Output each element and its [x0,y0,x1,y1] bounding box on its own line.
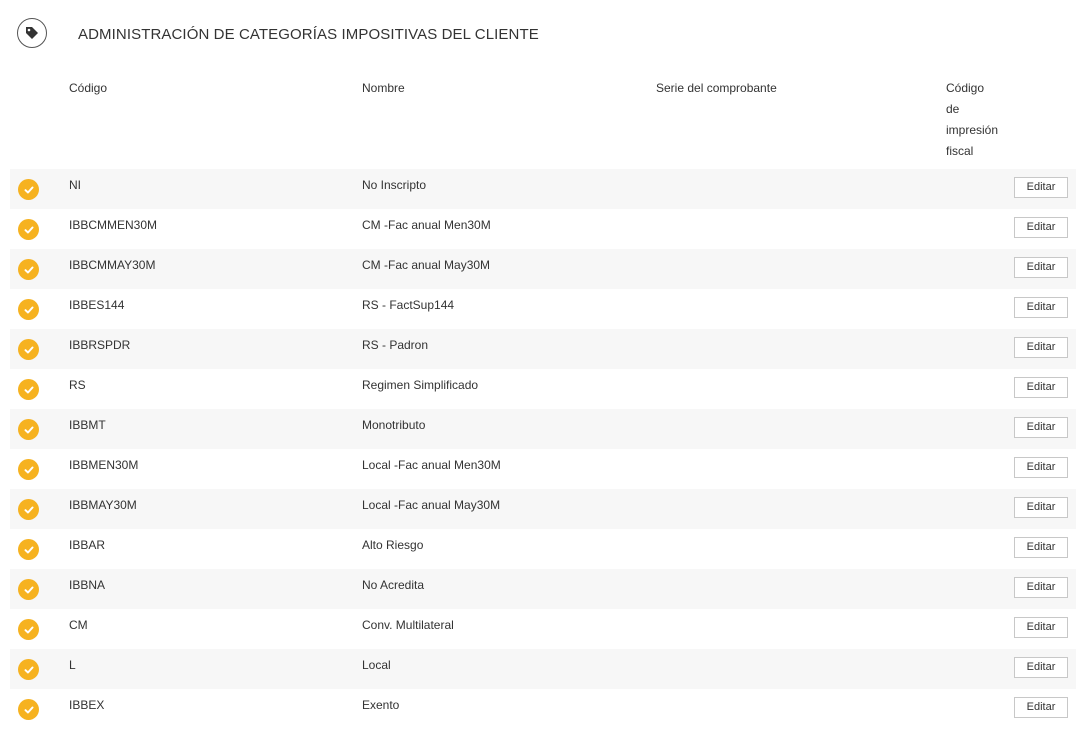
cell-codigo: IBBNA [69,578,106,592]
categories-table-body: NI No Inscripto Editar IBBCMMEN30M CM -Fac a… [10,169,1076,729]
cell-codigo: IBBRSPDR [69,338,131,352]
check-circle-icon [18,699,39,720]
edit-button[interactable]: Editar [1014,377,1068,398]
table-row: RS Regimen Simplificado Editar [10,369,1076,409]
check-circle-icon [18,419,39,440]
cell-codigo: L [69,658,76,672]
table-row: IBBNA No Acredita Editar [10,569,1076,609]
column-header-nombre: Nombre [362,81,405,95]
page-title: ADMINISTRACIÓN DE CATEGORÍAS IMPOSITIVAS… [78,26,539,43]
cell-nombre: Local -Fac anual May30M [362,498,501,512]
cell-codigo: IBBMT [69,418,106,432]
cell-nombre: Alto Riesgo [362,538,424,552]
table-row: IBBAR Alto Riesgo Editar [10,529,1076,569]
cell-nombre: Local [362,658,391,672]
edit-button[interactable]: Editar [1014,337,1068,358]
cell-codigo: IBBMEN30M [69,458,139,472]
edit-button[interactable]: Editar [1014,657,1068,678]
edit-button[interactable]: Editar [1014,417,1068,438]
check-circle-icon [18,219,39,240]
check-circle-icon [18,499,39,520]
check-circle-icon [18,539,39,560]
check-circle-icon [18,339,39,360]
edit-button[interactable]: Editar [1014,257,1068,278]
edit-button[interactable]: Editar [1014,177,1068,198]
cell-codigo: IBBAR [69,538,106,552]
check-circle-icon [18,579,39,600]
edit-button[interactable]: Editar [1014,297,1068,318]
cell-codigo: IBBCMMAY30M [69,258,156,272]
cell-nombre: Exento [362,698,400,712]
cell-nombre: No Acredita [362,578,425,592]
cell-codigo: NI [69,178,81,192]
table-row: IBBEX Exento Editar [10,689,1076,729]
column-header-codigo: Código [69,81,108,95]
table-row: IBBES144 RS - FactSup144 Editar [10,289,1076,329]
check-circle-icon [18,379,39,400]
table-row: IBBCMMEN30M CM -Fac anual Men30M Editar [10,209,1076,249]
page-header: ADMINISTRACIÓN DE CATEGORÍAS IMPOSITIVAS… [0,0,1085,70]
table-row: IBBMEN30M Local -Fac anual Men30M Editar [10,449,1076,489]
table-row: NI No Inscripto Editar [10,169,1076,209]
cell-nombre: Monotributo [362,418,426,432]
cell-nombre: CM -Fac anual May30M [362,258,491,272]
edit-button[interactable]: Editar [1014,457,1068,478]
table-row: IBBMAY30M Local -Fac anual May30M Editar [10,489,1076,529]
check-circle-icon [18,259,39,280]
cell-codigo: RS [69,378,86,392]
tag-icon [17,18,47,48]
table-row: IBBCMMAY30M CM -Fac anual May30M Editar [10,249,1076,289]
edit-button[interactable]: Editar [1014,577,1068,598]
table-row: IBBRSPDR RS - Padron Editar [10,329,1076,369]
cell-nombre: Regimen Simplificado [362,378,479,392]
check-circle-icon [18,619,39,640]
check-circle-icon [18,179,39,200]
cell-nombre: No Inscripto [362,178,427,192]
check-circle-icon [18,459,39,480]
cell-codigo: IBBMAY30M [69,498,137,512]
cell-codigo: CM [69,618,88,632]
column-header-codigo-impresion: Código de impresión fiscal [946,81,999,158]
cell-codigo: IBBES144 [69,298,125,312]
edit-button[interactable]: Editar [1014,617,1068,638]
cell-codigo: IBBCMMEN30M [69,218,158,232]
table-row: CM Conv. Multilateral Editar [10,609,1076,649]
column-header-serie: Serie del comprobante [656,81,777,95]
check-circle-icon [18,659,39,680]
edit-button[interactable]: Editar [1014,697,1068,718]
cell-nombre: Local -Fac anual Men30M [362,458,501,472]
edit-button[interactable]: Editar [1014,497,1068,518]
table-header: Código Nombre Serie del comprobante Códi… [0,78,1085,168]
cell-nombre: RS - Padron [362,338,429,352]
cell-nombre: Conv. Multilateral [362,618,454,632]
table-row: IBBMT Monotributo Editar [10,409,1076,449]
cell-codigo: IBBEX [69,698,105,712]
cell-nombre: RS - FactSup144 [362,298,455,312]
edit-button[interactable]: Editar [1014,537,1068,558]
cell-nombre: CM -Fac anual Men30M [362,218,491,232]
check-circle-icon [18,299,39,320]
edit-button[interactable]: Editar [1014,217,1068,238]
table-row: L Local Editar [10,649,1076,689]
